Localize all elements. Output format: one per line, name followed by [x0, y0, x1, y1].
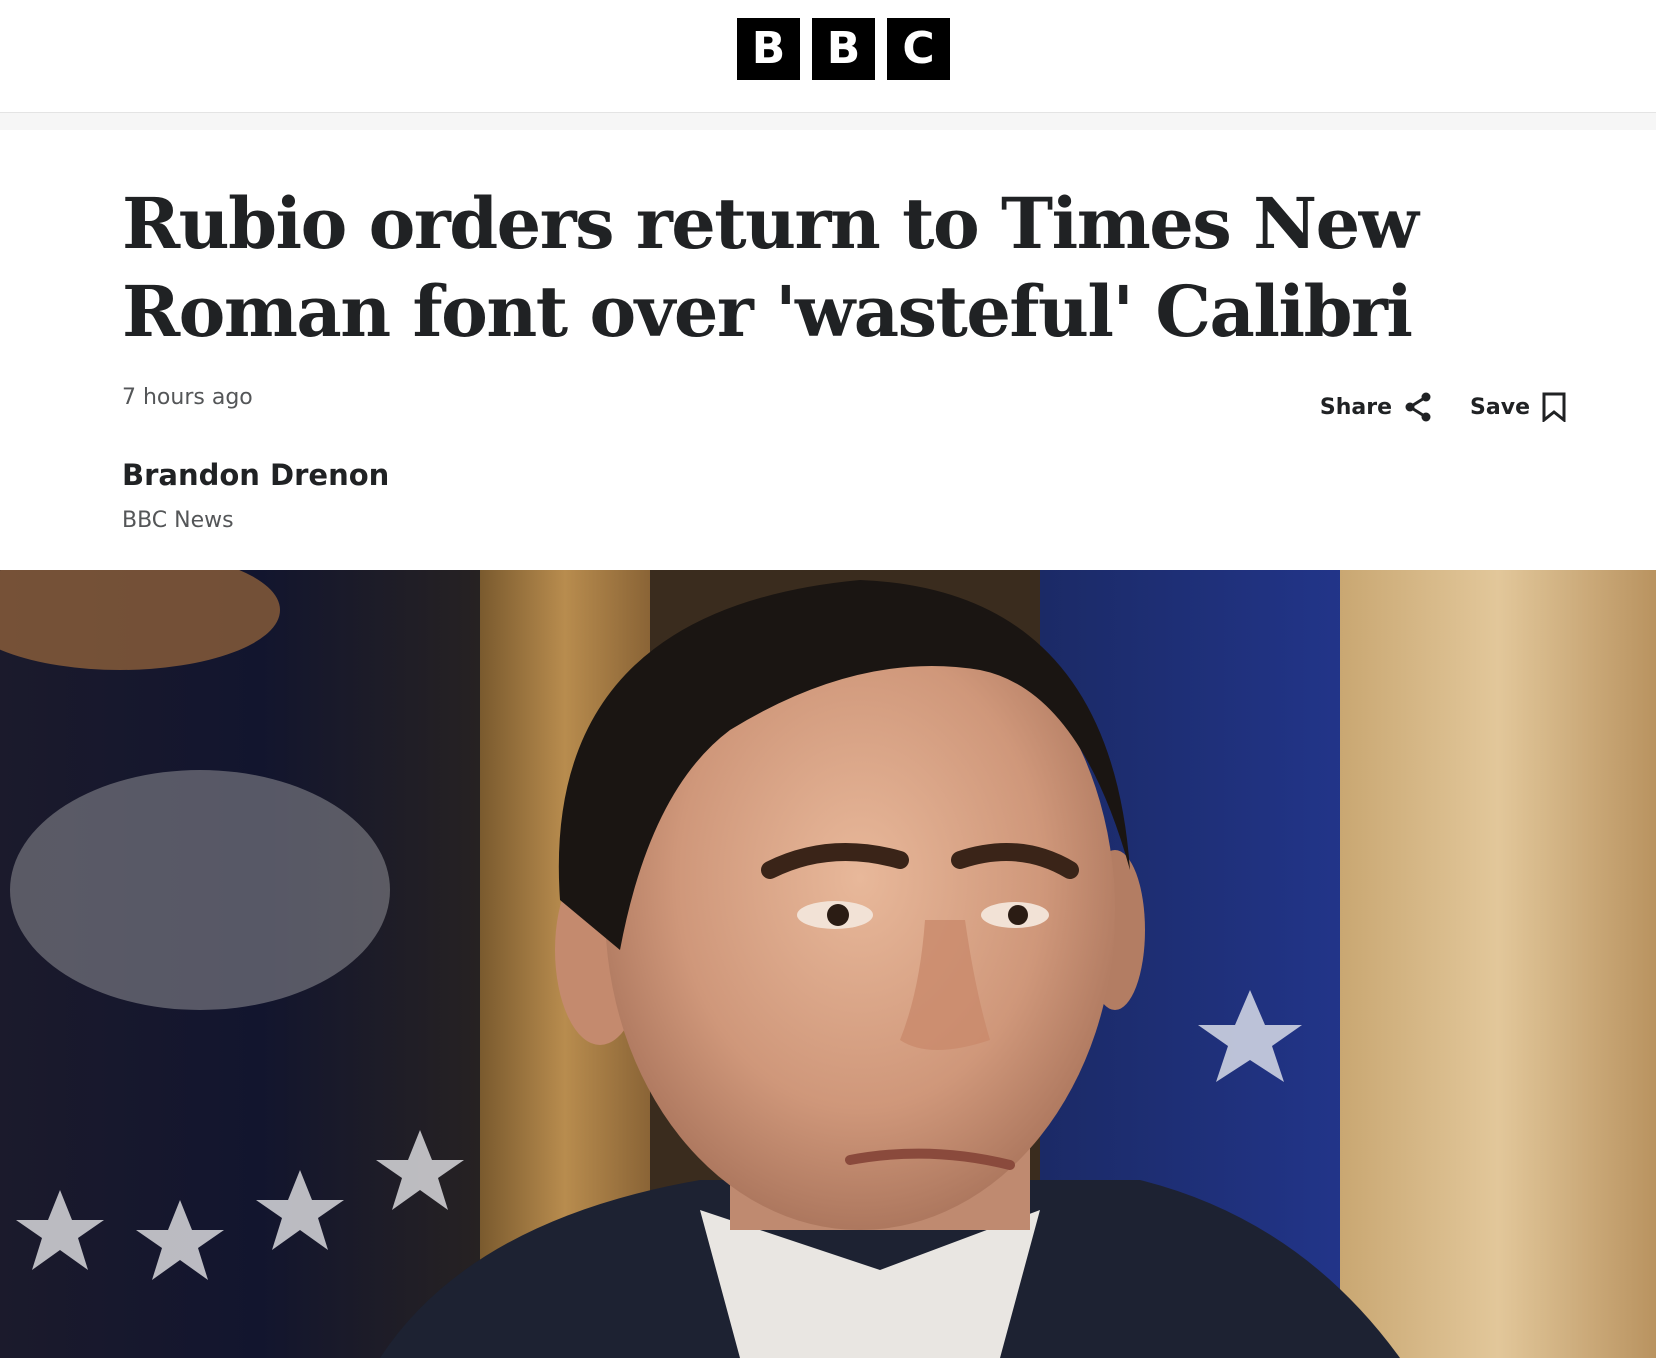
author-name[interactable]: Brandon Drenon — [122, 458, 389, 492]
save-button[interactable]: Save — [1470, 392, 1566, 422]
share-label: Share — [1319, 394, 1393, 420]
article-actions: Share Save — [1320, 392, 1566, 422]
author-organization: BBC News — [122, 508, 234, 533]
article-timestamp: 7 hours ago — [122, 385, 253, 410]
header-divider-band — [0, 113, 1656, 130]
bbc-logo[interactable]: B B C — [737, 18, 950, 80]
hero-photo — [0, 570, 1656, 1358]
site-header: B B C — [0, 0, 1656, 113]
article-headline: Rubio orders return to Times New Roman f… — [122, 182, 1419, 353]
logo-letter-c: C — [887, 18, 950, 80]
save-label: Save — [1470, 394, 1530, 420]
share-icon — [1405, 392, 1431, 422]
logo-letter-b2: B — [812, 18, 875, 80]
hero-photo-illustration — [0, 570, 1656, 1358]
logo-letter-b1: B — [737, 18, 800, 80]
bookmark-icon — [1542, 392, 1566, 422]
share-button[interactable]: Share — [1320, 392, 1432, 422]
